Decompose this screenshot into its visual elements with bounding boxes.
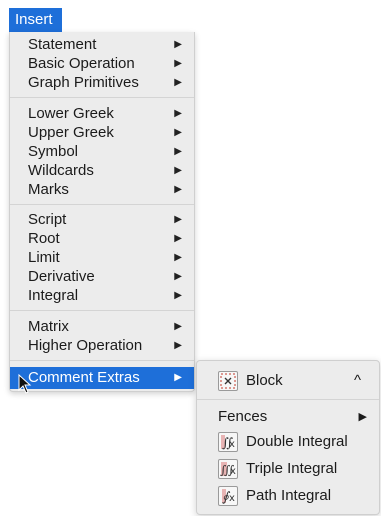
- submenu-arrow-icon: ▶: [174, 165, 182, 176]
- comment-extras-submenu: Block ^ Fences ▶ ∬ x Double Integral ∭ x…: [196, 360, 380, 515]
- menu-item-marks[interactable]: Marks ▶: [10, 180, 194, 199]
- submenu-arrow-icon: ▶: [174, 146, 182, 157]
- menu-separator: [10, 360, 194, 361]
- submenu-item-label: Triple Integral: [246, 460, 338, 477]
- menu-item-basic-operation[interactable]: Basic Operation ▶: [10, 54, 194, 73]
- mouse-pointer-icon: [18, 374, 32, 394]
- menu-item-label: Limit: [28, 249, 60, 266]
- submenu-arrow-icon: ▶: [174, 39, 182, 50]
- double-integral-icon: ∬ x: [218, 432, 238, 452]
- insert-menu: Statement ▶ Basic Operation ▶ Graph Prim…: [9, 32, 195, 392]
- menu-item-label: Root: [28, 230, 60, 247]
- menu-item-label: Wildcards: [28, 162, 94, 179]
- submenu-arrow-icon: ▶: [174, 214, 182, 225]
- submenu-item-fences[interactable]: Fences ▶: [197, 404, 379, 430]
- menu-item-statement[interactable]: Statement ▶: [10, 35, 194, 54]
- menu-item-label: Integral: [28, 287, 79, 304]
- insert-menu-title[interactable]: Insert: [9, 8, 62, 33]
- menu-item-derivative[interactable]: Derivative ▶: [10, 267, 194, 286]
- menu-item-comment-extras[interactable]: Comment Extras ▶: [10, 367, 194, 389]
- menu-item-limit[interactable]: Limit ▶: [10, 248, 194, 267]
- submenu-item-path-integral[interactable]: ∮ x Path Integral: [197, 483, 379, 509]
- submenu-item-double-integral[interactable]: ∬ x Double Integral: [197, 429, 379, 455]
- menu-item-label: Marks: [28, 181, 69, 198]
- submenu-arrow-icon: ▶: [174, 271, 182, 282]
- submenu-item-label: Path Integral: [246, 487, 332, 504]
- menu-separator: [10, 310, 194, 311]
- submenu-arrow-icon: ▶: [174, 372, 182, 383]
- menu-item-label: Comment Extras: [28, 369, 140, 386]
- menu-item-label: Upper Greek: [28, 124, 114, 141]
- menu-item-higher-operation[interactable]: Higher Operation ▶: [10, 336, 194, 355]
- menu-item-label: Derivative: [28, 268, 95, 285]
- menu-separator: [197, 399, 379, 400]
- menu-item-integral[interactable]: Integral ▶: [10, 286, 194, 305]
- submenu-arrow-icon: ▶: [174, 58, 182, 69]
- submenu-arrow-icon: ▶: [174, 233, 182, 244]
- menu-item-label: Basic Operation: [28, 55, 135, 72]
- submenu-arrow-icon: ▶: [174, 252, 182, 263]
- menu-separator: [10, 204, 194, 205]
- submenu-arrow-icon: ▶: [174, 321, 182, 332]
- menu-item-lower-greek[interactable]: Lower Greek ▶: [10, 104, 194, 123]
- svg-text:x: x: [229, 493, 235, 504]
- menu-item-label: Lower Greek: [28, 105, 114, 122]
- triple-integral-icon: ∭ x: [218, 459, 238, 479]
- submenu-arrow-icon: ▶: [174, 127, 182, 138]
- shortcut-caret: ^: [353, 372, 361, 389]
- menu-item-label: Higher Operation: [28, 337, 143, 354]
- svg-text:x: x: [230, 466, 236, 477]
- submenu-item-label: Double Integral: [246, 433, 348, 450]
- submenu-arrow-icon: ▶: [358, 411, 367, 423]
- submenu-arrow-icon: ▶: [174, 184, 182, 195]
- menu-item-graph-primitives[interactable]: Graph Primitives ▶: [10, 73, 194, 92]
- menu-item-script[interactable]: Script ▶: [10, 210, 194, 229]
- menu-item-label: Symbol: [28, 143, 79, 160]
- block-icon: [218, 371, 238, 391]
- submenu-item-block[interactable]: Block ^: [197, 368, 379, 394]
- submenu-item-triple-integral[interactable]: ∭ x Triple Integral: [197, 456, 379, 482]
- menu-item-wildcards[interactable]: Wildcards ▶: [10, 161, 194, 180]
- menu-item-matrix[interactable]: Matrix ▶: [10, 317, 194, 336]
- submenu-item-label: Block: [246, 372, 283, 389]
- menu-item-label: Matrix: [28, 318, 69, 335]
- menu-item-root[interactable]: Root ▶: [10, 229, 194, 248]
- submenu-arrow-icon: ▶: [174, 290, 182, 301]
- menu-item-label: Script: [28, 211, 67, 228]
- menu-item-symbol[interactable]: Symbol ▶: [10, 142, 194, 161]
- menu-item-label: Graph Primitives: [28, 74, 139, 91]
- svg-text:x: x: [229, 439, 235, 450]
- submenu-arrow-icon: ▶: [174, 108, 182, 119]
- submenu-arrow-icon: ▶: [174, 77, 182, 88]
- path-integral-icon: ∮ x: [218, 486, 238, 506]
- submenu-arrow-icon: ▶: [174, 340, 182, 351]
- menu-item-upper-greek[interactable]: Upper Greek ▶: [10, 123, 194, 142]
- menu-item-label: Statement: [28, 36, 97, 53]
- submenu-item-label: Fences: [218, 408, 268, 425]
- menu-separator: [10, 97, 194, 98]
